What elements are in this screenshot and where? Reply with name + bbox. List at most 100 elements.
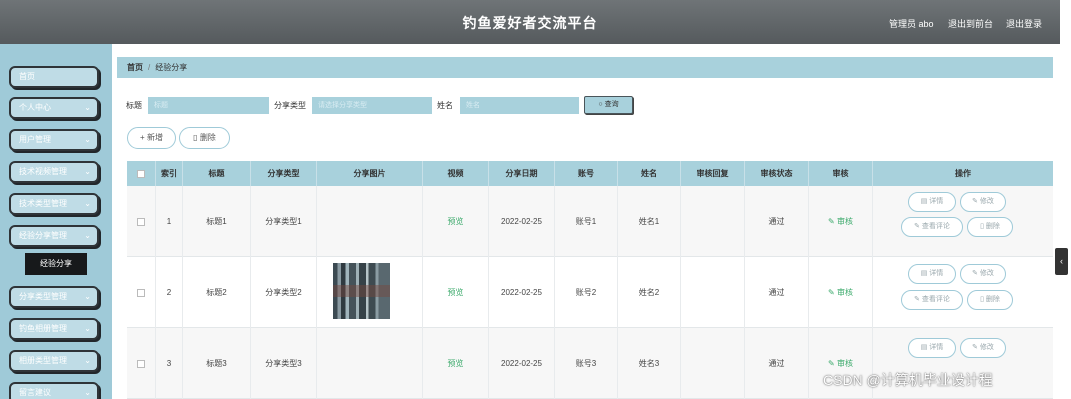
batch-delete-button[interactable]: ▯ 删除	[179, 127, 230, 149]
title-search-input[interactable]	[148, 97, 269, 114]
trash-icon: ▯	[980, 296, 984, 303]
row-checkbox[interactable]	[137, 217, 145, 226]
sidebar-item-home[interactable]: 首页	[9, 66, 99, 88]
breadcrumb-separator: /	[148, 63, 151, 72]
sidebar-subitem-experience-share[interactable]: 经验分享	[25, 253, 87, 275]
detail-button[interactable]: ▤ 详情	[908, 338, 956, 358]
cell-title: 标题1	[183, 186, 251, 257]
col-header-audit: 审核	[809, 161, 873, 186]
detail-button-label: 详情	[929, 270, 944, 277]
edit-button[interactable]: ✎ 修改	[960, 338, 1006, 358]
cell-share-date: 2022-02-25	[489, 257, 555, 328]
trash-icon: ▯	[980, 223, 984, 230]
query-button[interactable]: ○ 查询	[584, 96, 633, 114]
delete-button-label: 删除	[985, 296, 1000, 303]
view-comments-button[interactable]: ✎ 查看评论	[901, 290, 963, 310]
breadcrumb: 首页 / 经验分享	[117, 57, 1053, 78]
query-button-label: 查询	[604, 101, 619, 108]
chevron-down-icon: ⌄	[84, 388, 91, 397]
name-search-label: 姓名	[437, 101, 453, 110]
sidebar-item-album-type-management[interactable]: 相册类型管理 ⌄	[9, 350, 99, 372]
chevron-down-icon: ⌄	[84, 356, 91, 365]
cell-audit-status: 通过	[745, 186, 809, 257]
row-select-cell	[127, 328, 156, 399]
cell-share-date: 2022-02-25	[489, 328, 555, 399]
cell-share-type: 分享类型3	[251, 328, 317, 399]
breadcrumb-home[interactable]: 首页	[127, 63, 143, 72]
sidebar-item-label: 相册类型管理	[19, 356, 67, 365]
sidebar-item-personal-center[interactable]: 个人中心 ⌄	[9, 97, 99, 119]
col-header-account: 账号	[555, 161, 618, 186]
audit-link-label: 审核	[836, 359, 853, 368]
cell-audit-reply	[681, 186, 745, 257]
share-image-thumbnail[interactable]	[333, 263, 390, 319]
cell-index: 3	[156, 328, 183, 399]
sidebar-item-label: 钓鱼相册管理	[19, 324, 67, 333]
name-search-input[interactable]	[460, 97, 579, 114]
pencil-icon: ✎	[828, 288, 835, 297]
audit-link[interactable]: ✎ 审核	[809, 186, 873, 257]
edit-button-label: 修改	[979, 270, 994, 277]
detail-icon: ▤	[920, 344, 928, 351]
share-type-select[interactable]	[312, 97, 432, 114]
view-comments-label: 查看评论	[921, 223, 950, 230]
sidebar-item-suggestions[interactable]: 留言建议 ⌄	[9, 382, 99, 399]
chevron-left-icon[interactable]: ‹	[1055, 248, 1068, 275]
pencil-icon: ✎	[914, 296, 920, 303]
audit-link-label: 审核	[836, 288, 853, 297]
edit-button[interactable]: ✎ 修改	[960, 192, 1006, 212]
delete-button-label: 删除	[199, 133, 216, 142]
video-preview-link[interactable]: 预览	[423, 257, 489, 328]
pencil-icon: ✎	[914, 223, 920, 230]
video-preview-link[interactable]: 预览	[423, 186, 489, 257]
row-checkbox[interactable]	[137, 288, 145, 297]
sidebar-item-album-management[interactable]: 钓鱼相册管理 ⌄	[9, 318, 99, 340]
pencil-icon: ✎	[828, 359, 835, 368]
audit-link[interactable]: ✎ 审核	[809, 257, 873, 328]
sidebar-item-tech-type-management[interactable]: 技术类型管理 ⌄	[9, 193, 99, 215]
cell-account: 账号1	[555, 186, 618, 257]
sidebar-item-user-management[interactable]: 用户管理 ⌄	[9, 129, 99, 151]
app-window: 钓鱼爱好者交流平台 管理员 abo 退出到前台 退出登录 首页 个人中心 ⌄ 用户…	[0, 0, 1071, 399]
current-user: 管理员 abo	[889, 19, 934, 29]
cell-name: 姓名1	[618, 186, 681, 257]
add-button[interactable]: + 新增	[127, 127, 176, 149]
detail-button-label: 详情	[929, 198, 944, 205]
cell-title: 标题3	[183, 328, 251, 399]
sidebar-item-label: 技术视频管理	[19, 167, 67, 176]
sidebar-item-video-management[interactable]: 技术视频管理 ⌄	[9, 161, 99, 183]
cell-actions: ▤ 详情 ✎ 修改 ✎ 查看评论 ▯ 删除	[873, 257, 1053, 328]
title-search-label: 标题	[126, 101, 142, 110]
breadcrumb-current: 经验分享	[155, 63, 188, 72]
share-type-label: 分享类型	[274, 101, 306, 110]
detail-button[interactable]: ▤ 详情	[908, 192, 956, 212]
delete-button[interactable]: ▯ 删除	[967, 290, 1013, 310]
back-to-front-link[interactable]: 退出到前台	[948, 17, 993, 30]
cell-share-date: 2022-02-25	[489, 186, 555, 257]
video-preview-link[interactable]: 预览	[423, 328, 489, 399]
cell-share-type: 分享类型1	[251, 186, 317, 257]
row-checkbox[interactable]	[137, 359, 145, 368]
logout-link[interactable]: 退出登录	[1006, 17, 1042, 30]
detail-icon: ▤	[920, 270, 928, 277]
detail-button[interactable]: ▤ 详情	[908, 264, 956, 284]
row-select-cell	[127, 257, 156, 328]
col-header-actions: 操作	[955, 169, 971, 178]
sidebar-item-share-management[interactable]: 经验分享管理 ⌄	[9, 225, 99, 247]
trash-icon: ▯	[193, 133, 198, 142]
view-comments-button[interactable]: ✎ 查看评论	[901, 217, 963, 237]
col-header-share-type: 分享类型	[251, 161, 317, 186]
edit-button-label: 修改	[979, 198, 994, 205]
cell-share-image	[317, 186, 423, 257]
cell-audit-status: 通过	[745, 257, 809, 328]
col-header-name: 姓名	[618, 161, 681, 186]
chevron-down-icon: ⌄	[84, 324, 91, 333]
sidebar-item-label: 技术类型管理	[19, 199, 67, 208]
sidebar-item-label: 个人中心	[19, 103, 51, 112]
sidebar-item-share-type-management[interactable]: 分享类型管理 ⌄	[9, 286, 99, 308]
select-all-checkbox[interactable]	[137, 169, 145, 178]
delete-button[interactable]: ▯ 删除	[967, 217, 1013, 237]
cell-audit-status: 通过	[745, 328, 809, 399]
cell-index: 1	[156, 186, 183, 257]
edit-button[interactable]: ✎ 修改	[960, 264, 1006, 284]
